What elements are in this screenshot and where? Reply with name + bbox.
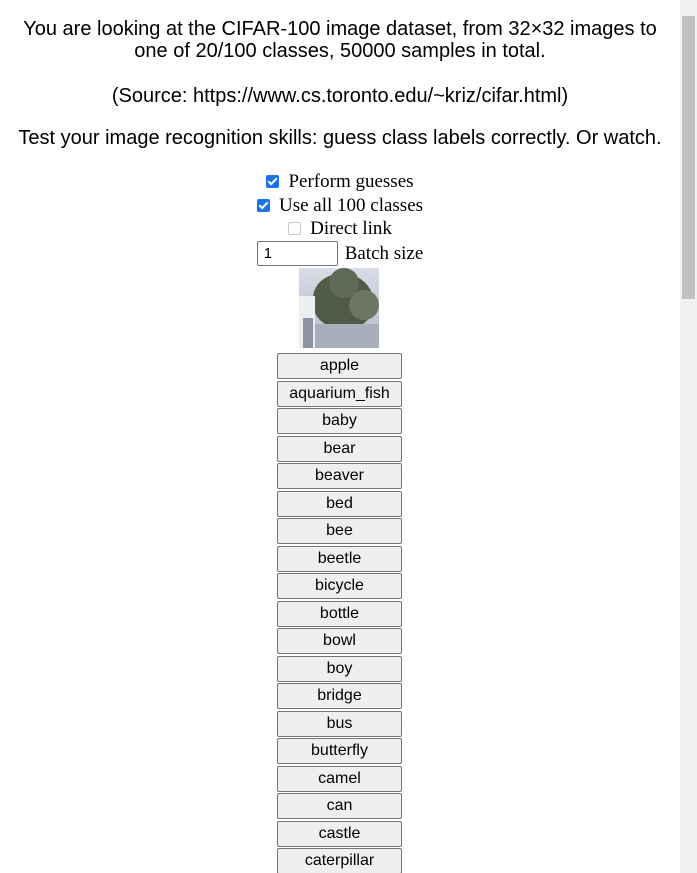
class-button-aquarium-fish[interactable]: aquarium_fish xyxy=(277,380,402,407)
class-button-apple[interactable]: apple xyxy=(277,353,402,379)
batch-size-input[interactable] xyxy=(256,241,338,266)
perform-guesses-label: Perform guesses xyxy=(288,171,414,192)
class-button-butterfly[interactable]: butterfly xyxy=(277,738,402,764)
class-button-bed[interactable]: bed xyxy=(277,490,402,517)
class-button-castle[interactable]: castle xyxy=(277,820,402,847)
class-button-bicycle[interactable]: bicycle xyxy=(277,573,402,599)
page-content: You are looking at the CIFAR-100 image d… xyxy=(0,0,680,873)
class-button-bottle[interactable]: bottle xyxy=(277,600,402,627)
class-button-baby[interactable]: baby xyxy=(277,408,402,434)
class-button-bus[interactable]: bus xyxy=(277,710,402,737)
class-button-beaver[interactable]: beaver xyxy=(277,463,402,489)
scrollbar-thumb[interactable] xyxy=(682,16,695,299)
batch-size-label: Batch size xyxy=(344,242,424,264)
perform-guesses-checkbox[interactable] xyxy=(266,175,280,188)
class-button-can[interactable]: can xyxy=(277,793,402,819)
use-all-classes-option[interactable]: Use all 100 classes xyxy=(0,195,680,217)
intro-description: You are looking at the CIFAR-100 image d… xyxy=(23,18,657,62)
class-button-bowl[interactable]: bowl xyxy=(277,628,402,654)
class-button-beetle[interactable]: beetle xyxy=(277,545,402,572)
perform-guesses-option[interactable]: Perform guesses xyxy=(0,171,680,193)
class-button-bear[interactable]: bear xyxy=(277,435,402,462)
class-button-boy[interactable]: boy xyxy=(277,655,402,682)
batch-size-row: Batch size xyxy=(0,241,680,266)
direct-link-option[interactable]: Direct link xyxy=(0,218,680,240)
vertical-scrollbar[interactable] xyxy=(680,0,697,873)
class-button-camel[interactable]: camel xyxy=(277,765,402,792)
direct-link-label: Direct link xyxy=(310,218,392,239)
class-button-bee[interactable]: bee xyxy=(277,518,402,544)
direct-link-checkbox[interactable] xyxy=(288,222,302,235)
class-button-list: apple aquarium_fish baby bear beaver bed bee be… xyxy=(277,353,402,873)
use-all-classes-label: Use all 100 classes xyxy=(278,195,424,216)
class-button-bridge[interactable]: bridge xyxy=(277,683,402,709)
use-all-classes-checkbox[interactable] xyxy=(256,199,270,212)
class-button-caterpillar[interactable]: caterpillar xyxy=(277,848,402,873)
intro-instructions: Test your image recognition skills: gues… xyxy=(18,127,662,149)
sample-image xyxy=(299,268,379,348)
intro-source: (Source: https://www.cs.toronto.edu/~kri… xyxy=(111,85,569,107)
